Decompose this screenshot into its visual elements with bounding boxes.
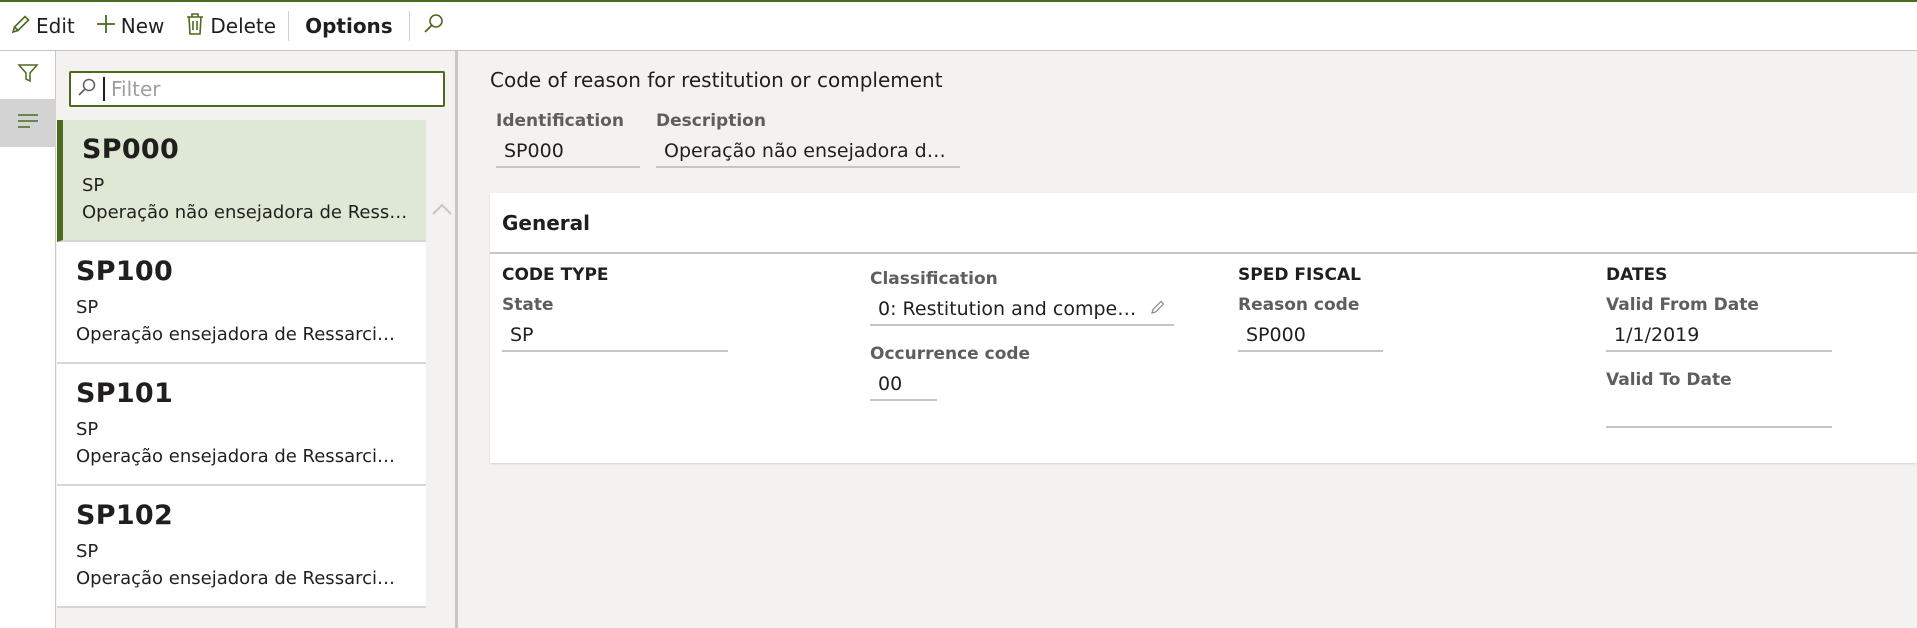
general-fasttab: General CODE TYPE State SP Classificatio… — [490, 193, 1917, 463]
description-field: Description Operação não ensejadora de R… — [656, 111, 960, 168]
list-pane: SP000 SP Operação não ensejadora de Ress… — [57, 51, 458, 628]
list-item[interactable]: SP101 SP Operação ensejadora de Ressarci… — [57, 364, 426, 486]
delete-label: Delete — [210, 14, 277, 38]
record-list: SP000 SP Operação não ensejadora de Ress… — [57, 120, 426, 608]
classification-label: Classification — [870, 269, 998, 289]
list-item-description: Operação não ensejadora de Ressarcimento — [82, 202, 412, 223]
list-item-description: Operação ensejadora de Ressarcimento — [76, 568, 406, 589]
occurrence-code-label: Occurrence code — [870, 344, 1031, 364]
list-item-code: SP000 — [82, 134, 180, 165]
list-item-state: SP — [76, 541, 99, 562]
sped-fiscal-heading: SPED FISCAL — [1238, 265, 1361, 285]
list-icon — [17, 113, 39, 133]
dates-group: DATES Valid From Date 1/1/2019 Valid To … — [1606, 265, 1832, 428]
list-item[interactable]: SP100 SP Operação ensejadora de Ressarci… — [57, 242, 426, 364]
list-item-code: SP102 — [76, 500, 174, 531]
state-label: State — [502, 295, 554, 315]
list-item-code: SP101 — [76, 378, 174, 409]
identification-field: Identification SP000 — [496, 111, 640, 168]
toolbar-divider — [288, 11, 290, 41]
list-item[interactable]: SP102 SP Operação ensejadora de Ressarci… — [57, 486, 426, 608]
edit-label: Edit — [36, 14, 75, 38]
filter-input[interactable] — [111, 77, 431, 101]
identification-input[interactable]: SP000 — [496, 136, 640, 168]
code-type-heading: CODE TYPE — [502, 265, 609, 285]
search-icon — [422, 12, 450, 41]
new-label: New — [120, 14, 165, 38]
action-pane: Edit New Delete Options — [0, 0, 1917, 51]
navigation-rail — [0, 51, 56, 628]
classification-input[interactable]: 0: Restitution and compensation — [870, 294, 1174, 326]
list-item-state: SP — [82, 175, 105, 196]
general-tab-header[interactable]: General — [502, 211, 590, 235]
valid-from-input[interactable]: 1/1/2019 — [1606, 320, 1832, 352]
pencil-icon[interactable] — [1150, 298, 1166, 320]
text-caret — [103, 77, 105, 101]
sped-fiscal-group: SPED FISCAL Reason code SP000 — [1238, 265, 1383, 352]
list-item-state: SP — [76, 419, 99, 440]
list-item-state: SP — [76, 297, 99, 318]
search-icon — [77, 77, 97, 101]
valid-to-input[interactable] — [1606, 395, 1832, 428]
delete-icon — [184, 12, 210, 41]
state-input[interactable]: SP — [502, 320, 728, 352]
filter-box[interactable] — [69, 71, 445, 107]
list-item-description: Operação ensejadora de Ressarcimento — [76, 324, 406, 345]
list-view-button[interactable] — [0, 99, 56, 147]
filter-pane-button[interactable] — [0, 51, 56, 99]
edit-button[interactable]: Edit — [0, 2, 85, 50]
valid-to-label: Valid To Date — [1606, 370, 1732, 390]
chevron-up-icon[interactable] — [431, 201, 453, 220]
options-button[interactable]: Options — [291, 2, 407, 50]
list-item-description: Operação ensejadora de Ressarcimento — [76, 446, 406, 467]
description-label: Description — [656, 111, 766, 131]
classification-value: 0: Restitution and compensation — [878, 298, 1148, 320]
toolbar-divider — [408, 11, 410, 41]
edit-icon — [10, 13, 36, 40]
reason-code-input[interactable]: SP000 — [1238, 320, 1383, 352]
detail-pane: Code of reason for restitution or comple… — [458, 51, 1917, 628]
description-input[interactable]: Operação não ensejadora de Ressarcimento — [656, 136, 960, 168]
new-button[interactable]: New — [85, 2, 175, 50]
delete-button[interactable]: Delete — [174, 2, 286, 50]
identification-label: Identification — [496, 111, 624, 131]
list-item[interactable]: SP000 SP Operação não ensejadora de Ress… — [57, 120, 426, 242]
dates-heading: DATES — [1606, 265, 1668, 285]
code-type-group: CODE TYPE State SP — [502, 265, 728, 352]
search-button[interactable] — [412, 2, 460, 50]
list-item-code: SP100 — [76, 256, 174, 287]
plus-icon — [95, 13, 121, 40]
page-title: Code of reason for restitution or comple… — [490, 68, 943, 92]
occurrence-code-input[interactable]: 00 — [870, 369, 937, 401]
valid-from-label: Valid From Date — [1606, 295, 1759, 315]
divider — [490, 252, 1917, 254]
classification-group: Classification 0: Restitution and compen… — [870, 269, 1174, 401]
filter-icon — [17, 62, 39, 88]
reason-code-label: Reason code — [1238, 295, 1360, 315]
